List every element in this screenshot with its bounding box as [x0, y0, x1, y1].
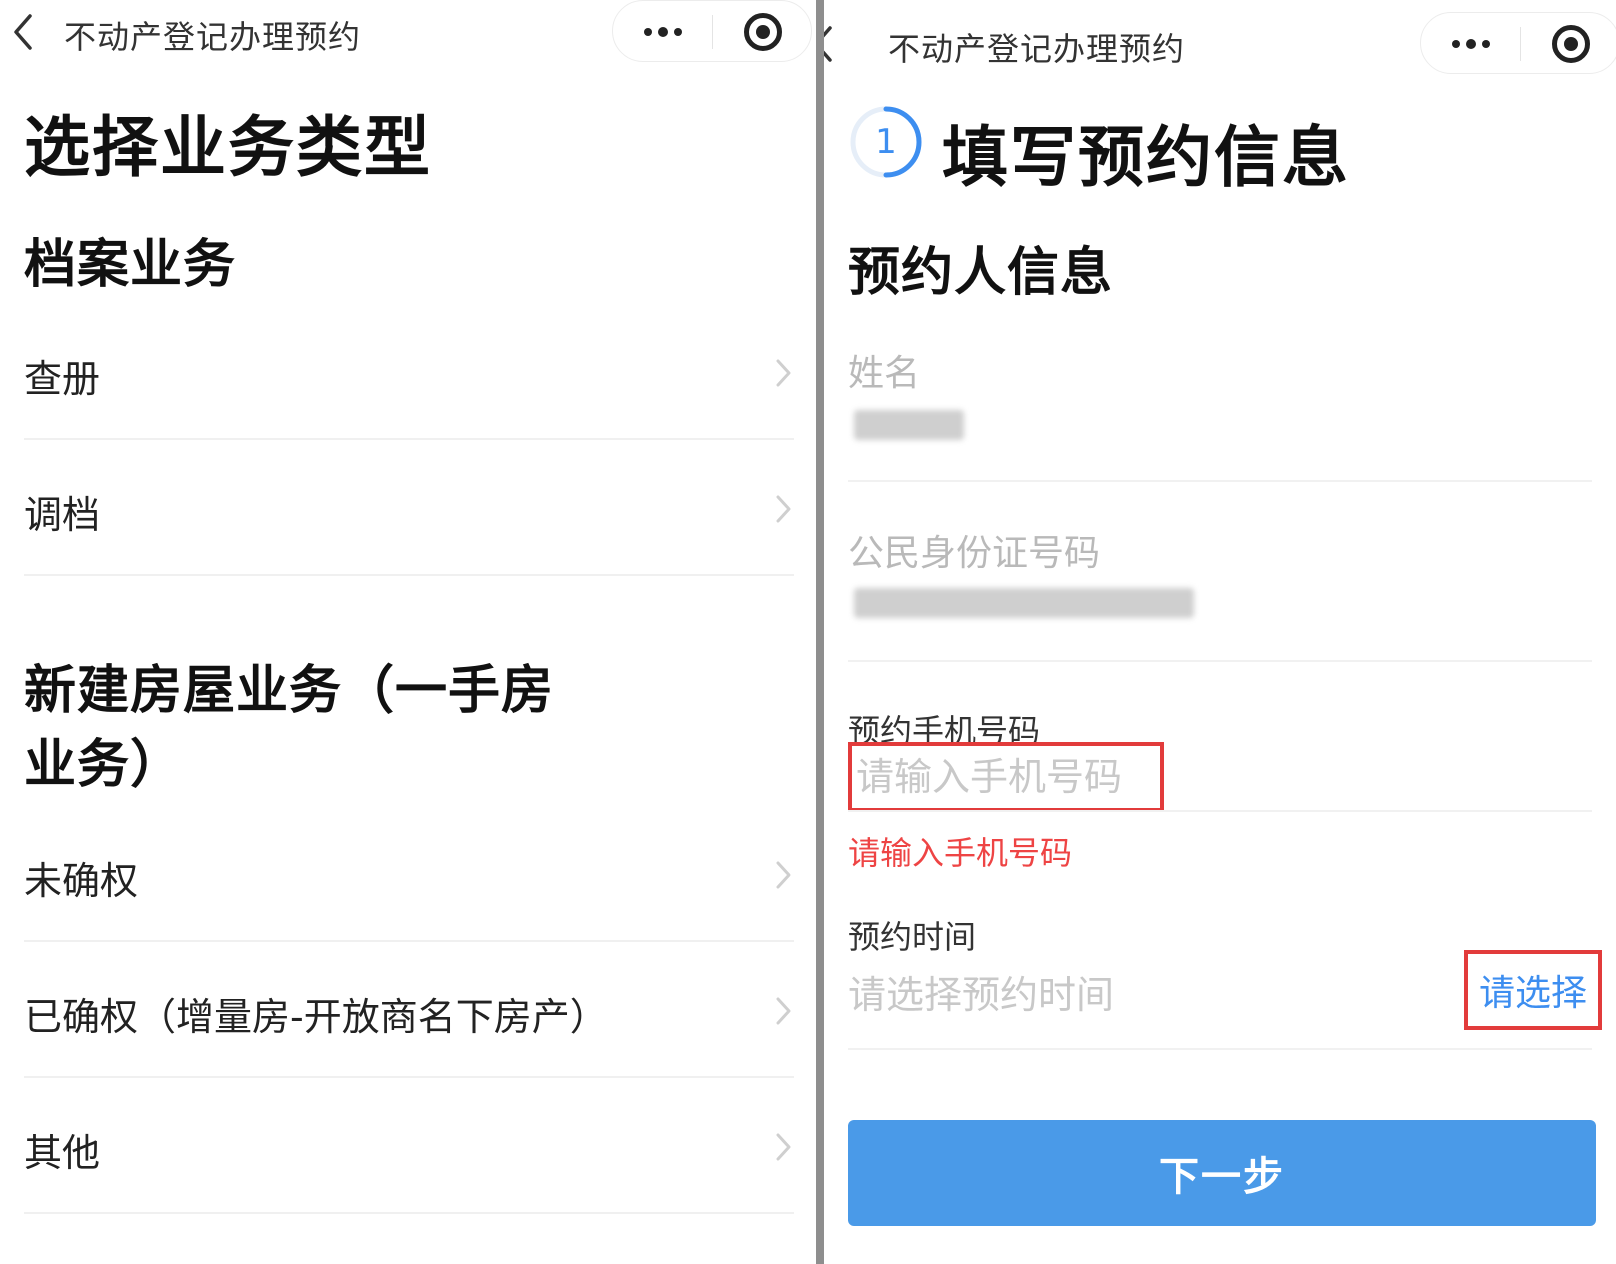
- list-item-label: 调档: [24, 493, 101, 537]
- more-dots-icon[interactable]: [1421, 13, 1520, 75]
- chevron-right-icon: [776, 1133, 791, 1161]
- appointment-form-screen: 不动产登记办理预约 1 填写预约信息 预约人信息 姓名 公民身份证号码 预约手机…: [824, 0, 1616, 1264]
- name-value-masked: [854, 410, 964, 440]
- select-time-button[interactable]: 请选择: [1464, 950, 1602, 1030]
- id-label: 公民身份证号码: [848, 533, 1101, 574]
- close-target-icon[interactable]: [1521, 13, 1616, 75]
- phone-error-message: 请输入手机号码: [848, 834, 1073, 872]
- nav-title: 不动产登记办理预约: [888, 30, 1186, 68]
- chevron-right-icon: [776, 359, 791, 387]
- list-item-label: 其他: [24, 1131, 101, 1175]
- list-item-label: 未确权: [24, 859, 139, 903]
- next-step-button[interactable]: 下一步: [848, 1120, 1596, 1226]
- time-label: 预约时间: [848, 918, 977, 956]
- list-item-label: 已确权（增量房-开放商名下房产）: [24, 995, 608, 1039]
- page-title: 选择业务类型: [24, 109, 432, 186]
- mini-program-capsule: [1420, 12, 1616, 74]
- chevron-right-icon: [776, 861, 791, 889]
- step-number: 1: [875, 122, 897, 162]
- phone-input[interactable]: [848, 742, 1164, 812]
- back-icon[interactable]: [10, 12, 36, 52]
- list-item-confirmed[interactable]: 已确权（增量房-开放商名下房产）: [24, 942, 794, 1078]
- nav-bar: 不动产登记办理预约: [0, 0, 816, 70]
- section-title-archive: 档案业务: [24, 235, 237, 295]
- back-icon[interactable]: [824, 24, 836, 64]
- panel-divider: [816, 0, 824, 1264]
- id-value-masked: [854, 588, 1194, 618]
- time-placeholder: 请选择预约时间: [848, 973, 1115, 1017]
- list-item-unconfirmed[interactable]: 未确权: [24, 806, 794, 942]
- nav-title: 不动产登记办理预约: [64, 18, 362, 56]
- page-title: 填写预约信息: [942, 119, 1350, 196]
- nav-bar: 不动产登记办理预约: [824, 0, 1616, 74]
- list-item-chace[interactable]: 查册: [24, 304, 794, 440]
- business-type-screen: 不动产登记办理预约 选择业务类型 档案业务 查册 调档 新建房屋业务（一手房 业…: [0, 0, 816, 1264]
- section-title-new-housing-line1: 新建房屋业务（一手房: [24, 661, 555, 721]
- mini-program-capsule: [612, 0, 812, 62]
- more-dots-icon[interactable]: [613, 1, 712, 63]
- list-item-label: 查册: [24, 357, 101, 401]
- close-target-icon[interactable]: [713, 1, 812, 63]
- list-item-other[interactable]: 其他: [24, 1078, 794, 1214]
- chevron-right-icon: [776, 495, 791, 523]
- list-item-diaodang[interactable]: 调档: [24, 440, 794, 576]
- section-title-booker-info: 预约人信息: [848, 243, 1114, 303]
- chevron-right-icon: [776, 997, 791, 1025]
- section-title-new-housing-line2: 业务）: [24, 735, 184, 795]
- name-label: 姓名: [848, 353, 921, 394]
